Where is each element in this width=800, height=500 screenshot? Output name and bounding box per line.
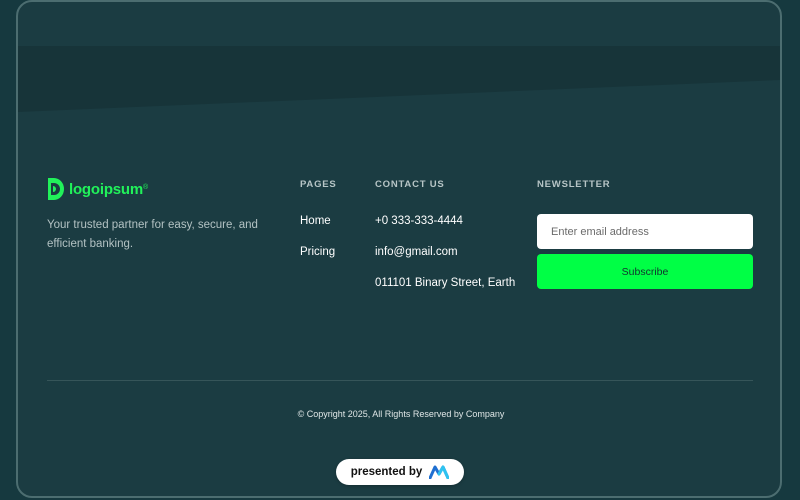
m-logo-icon xyxy=(429,465,450,479)
brand-name: logoipsum xyxy=(69,180,144,198)
newsletter-email-input[interactable] xyxy=(537,214,753,249)
contact-email[interactable]: info@gmail.com xyxy=(375,246,458,258)
subscribe-button[interactable]: Subscribe xyxy=(537,254,753,289)
footer-link-home[interactable]: Home xyxy=(300,215,331,227)
newsletter-heading: NEWSLETTER xyxy=(537,179,611,190)
logoipsum-mark-icon xyxy=(48,178,64,200)
presented-by-badge[interactable]: presented by xyxy=(336,459,464,485)
pages-heading: PAGES xyxy=(300,179,337,190)
header-band xyxy=(18,46,780,112)
footer-panel: logoipsum ® Your trusted partner for eas… xyxy=(16,0,782,498)
contact-phone[interactable]: +0 333-333-4444 xyxy=(375,215,463,227)
presented-by-label: presented by xyxy=(350,466,423,478)
contact-address: 011101 Binary Street, Earth xyxy=(375,277,516,289)
copyright-text: © Copyright 2025, All Rights Reserved by… xyxy=(297,409,505,419)
brand-tagline: Your trusted partner for easy, secure, a… xyxy=(47,219,258,250)
footer-link-pricing[interactable]: Pricing xyxy=(300,246,335,258)
trademark-mark: ® xyxy=(143,183,149,191)
brand-logo[interactable]: logoipsum ® xyxy=(48,178,148,200)
footer-divider xyxy=(47,380,753,381)
contact-heading: CONTACT US xyxy=(375,179,445,190)
